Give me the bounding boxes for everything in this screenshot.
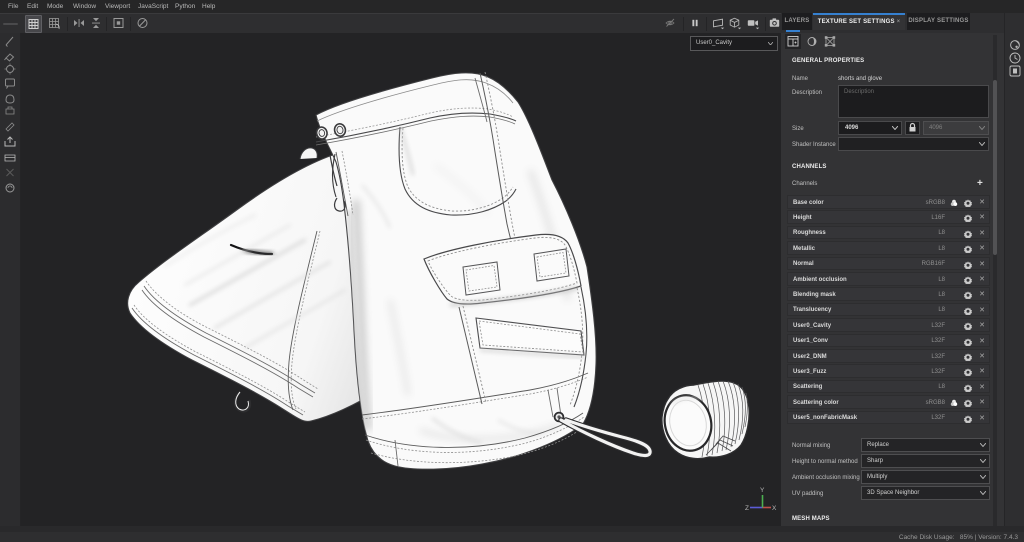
svg-text:X: X [772, 505, 777, 512]
svg-text:Y: Y [760, 487, 765, 494]
svg-text:Z: Z [745, 505, 749, 512]
